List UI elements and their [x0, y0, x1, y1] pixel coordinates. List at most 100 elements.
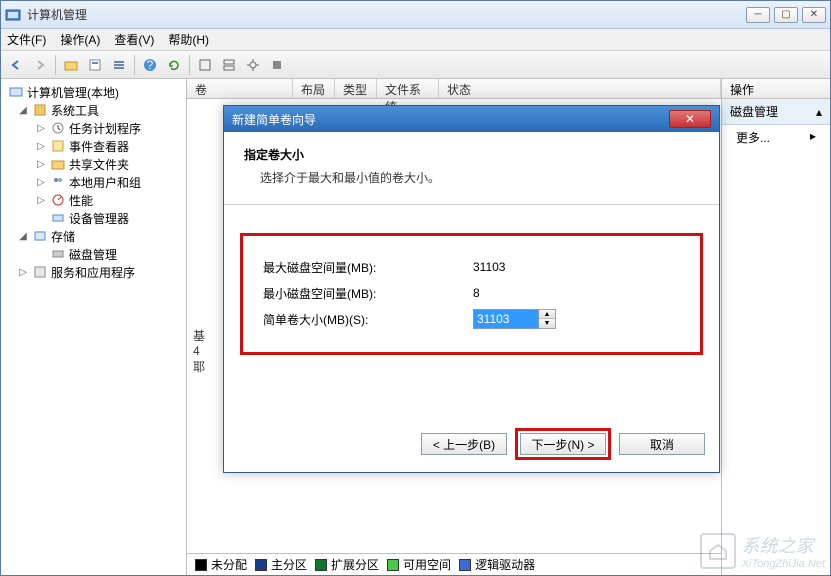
expand-icon[interactable]: ▷	[35, 141, 47, 152]
separator	[55, 55, 56, 75]
forward-button[interactable]	[29, 54, 51, 76]
wizard-dialog: 新建简单卷向导 ✕ 指定卷大小 选择介于最大和最小值的卷大小。 最大磁盘空间量(…	[223, 105, 720, 473]
properties-icon[interactable]	[84, 54, 106, 76]
legend-label: 可用空间	[403, 556, 451, 573]
settings-icon[interactable]	[242, 54, 264, 76]
refresh-icon[interactable]	[163, 54, 185, 76]
minimize-button[interactable]: ─	[746, 7, 770, 23]
truncated-text: 基4耶	[193, 327, 205, 375]
perf-icon	[50, 192, 66, 208]
svg-text:?: ?	[147, 58, 154, 72]
cancel-button[interactable]: 取消	[619, 433, 705, 455]
spin-up-button[interactable]: ▲	[539, 310, 555, 319]
col-volume[interactable]: 卷	[187, 79, 293, 98]
toolbar: ?	[1, 51, 830, 79]
expand-icon[interactable]: ▷	[17, 267, 29, 278]
titlebar[interactable]: 计算机管理 ─ ▢ ✕	[1, 1, 830, 29]
services-icon	[32, 264, 48, 280]
tree-label: 性能	[69, 192, 93, 209]
spin-down-button[interactable]: ▼	[539, 319, 555, 328]
expand-icon[interactable]: ▷	[35, 177, 47, 188]
tree-perf[interactable]: ▷ 性能	[3, 191, 184, 209]
tree-label: 磁盘管理	[69, 246, 117, 263]
maximize-button[interactable]: ▢	[774, 7, 798, 23]
col-type[interactable]: 类型	[335, 79, 377, 98]
tree-label: 任务计划程序	[69, 120, 141, 137]
legend-label: 逻辑驱动器	[475, 556, 535, 573]
app-icon	[5, 7, 21, 23]
highlight-next: 下一步(N) >	[515, 428, 611, 460]
help-icon[interactable]: ?	[139, 54, 161, 76]
tree-label: 存储	[51, 228, 75, 245]
actions-panel: 操作 磁盘管理 ▴ 更多... ▸	[722, 79, 830, 575]
dialog-title: 新建简单卷向导	[232, 111, 669, 128]
tree-label: 共享文件夹	[69, 156, 129, 173]
chevron-right-icon: ▸	[810, 129, 816, 146]
tools-icon	[32, 102, 48, 118]
col-status[interactable]: 状态	[439, 79, 721, 98]
tree-diskmgmt[interactable]: 磁盘管理	[3, 245, 184, 263]
tree-root[interactable]: 计算机管理(本地)	[3, 83, 184, 101]
back-button[interactable]: < 上一步(B)	[421, 433, 507, 455]
expand-icon[interactable]: ▷	[35, 123, 47, 134]
size-label: 简单卷大小(MB)(S):	[263, 311, 473, 328]
collapse-icon[interactable]: ◢	[17, 105, 29, 116]
tree-eventviewer[interactable]: ▷ 事件查看器	[3, 137, 184, 155]
dialog-titlebar[interactable]: 新建简单卷向导 ✕	[224, 106, 719, 132]
chevron-up-icon: ▴	[816, 105, 822, 119]
dialog-close-button[interactable]: ✕	[669, 110, 711, 128]
view1-icon[interactable]	[194, 54, 216, 76]
expand-icon[interactable]: ▷	[35, 195, 47, 206]
actions-more[interactable]: 更多... ▸	[722, 125, 830, 150]
legend-swatch	[195, 559, 207, 571]
legend-swatch	[387, 559, 399, 571]
legend-label: 扩展分区	[331, 556, 379, 573]
tree-shared[interactable]: ▷ 共享文件夹	[3, 155, 184, 173]
clock-icon	[50, 120, 66, 136]
window-title: 计算机管理	[27, 6, 746, 23]
tree-panel: 计算机管理(本地) ◢ 系统工具 ▷ 任务计划程序 ▷ 事件查看器 ▷ 共享文件…	[1, 79, 187, 575]
section-label: 磁盘管理	[730, 103, 778, 120]
column-header: 卷 布局 类型 文件系统 状态	[187, 79, 721, 99]
users-icon	[50, 174, 66, 190]
folder-icon[interactable]	[60, 54, 82, 76]
more-label: 更多...	[736, 129, 770, 146]
action-icon[interactable]	[266, 54, 288, 76]
storage-icon	[32, 228, 48, 244]
tree-devmgr[interactable]: 设备管理器	[3, 209, 184, 227]
size-input[interactable]	[473, 309, 539, 329]
disk-icon	[50, 246, 66, 262]
actions-header: 操作	[722, 79, 830, 99]
col-layout[interactable]: 布局	[293, 79, 335, 98]
back-button[interactable]	[5, 54, 27, 76]
menu-file[interactable]: 文件(F)	[7, 31, 46, 48]
close-button[interactable]: ✕	[802, 7, 826, 23]
list-icon[interactable]	[108, 54, 130, 76]
legend-label: 主分区	[271, 556, 307, 573]
dialog-heading: 指定卷大小	[244, 146, 699, 163]
tree-systools[interactable]: ◢ 系统工具	[3, 101, 184, 119]
legend: 未分配 主分区 扩展分区 可用空间 逻辑驱动器	[187, 553, 721, 575]
tree-label: 事件查看器	[69, 138, 129, 155]
folder-icon	[50, 156, 66, 172]
device-icon	[50, 210, 66, 226]
tree-label: 本地用户和组	[69, 174, 141, 191]
menu-view[interactable]: 查看(V)	[114, 31, 154, 48]
separator	[224, 204, 719, 205]
tree-services[interactable]: ▷ 服务和应用程序	[3, 263, 184, 281]
tree-users[interactable]: ▷ 本地用户和组	[3, 173, 184, 191]
collapse-icon[interactable]: ◢	[17, 231, 29, 242]
tree-storage[interactable]: ◢ 存储	[3, 227, 184, 245]
col-fs[interactable]: 文件系统	[377, 79, 439, 98]
menu-action[interactable]: 操作(A)	[60, 31, 100, 48]
min-space-label: 最小磁盘空间量(MB):	[263, 285, 473, 302]
actions-section[interactable]: 磁盘管理 ▴	[722, 99, 830, 125]
separator	[134, 55, 135, 75]
next-button[interactable]: 下一步(N) >	[520, 433, 606, 455]
menu-help[interactable]: 帮助(H)	[168, 31, 209, 48]
view2-icon[interactable]	[218, 54, 240, 76]
expand-icon[interactable]: ▷	[35, 159, 47, 170]
tree-scheduler[interactable]: ▷ 任务计划程序	[3, 119, 184, 137]
min-space-value: 8	[473, 286, 480, 300]
dialog-subheading: 选择介于最大和最小值的卷大小。	[260, 169, 699, 186]
